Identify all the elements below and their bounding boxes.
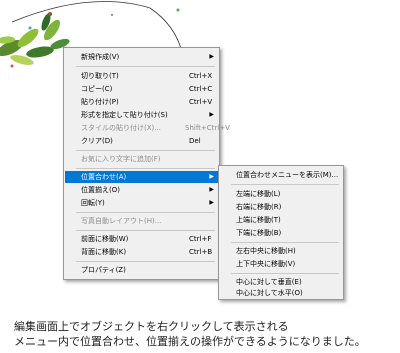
submenu-arrow-icon: ▶ xyxy=(209,111,214,118)
submenu-item-align-right[interactable]: 右端に移動(R) xyxy=(220,201,342,213)
menu-item-paste-special[interactable]: 形式を指定して貼り付け(S) ▶ xyxy=(65,109,218,121)
menu-item-label: 回転(Y) xyxy=(81,199,105,207)
menu-item-shortcut: Ctrl+C xyxy=(189,85,213,93)
submenu-item-align-left[interactable]: 左端に移動(L) xyxy=(220,188,342,200)
submenu-arrow-icon: ▶ xyxy=(209,186,214,193)
submenu-item-align-top[interactable]: 上端に移動(T) xyxy=(220,214,342,226)
menu-item-cut[interactable]: 切り取り(T) Ctrl+X xyxy=(65,70,218,82)
submenu-item-show-align-menu[interactable]: 位置合わせメニューを表示(M)... xyxy=(220,169,342,181)
menu-item-label: 上端に移動(T) xyxy=(236,216,281,224)
caption-line-2: メニュー内で位置合わせ、位置揃えの操作ができるようになりました。 xyxy=(14,335,366,348)
menu-separator xyxy=(76,212,215,213)
menu-item-label: 位置合わせメニューを表示(M)... xyxy=(236,171,339,179)
submenu-item-align-bottom[interactable]: 下端に移動(B) xyxy=(220,227,342,239)
menu-item-label: クリア(D) xyxy=(81,137,113,145)
menu-item-distribute[interactable]: 位置揃え(O) ▶ xyxy=(65,184,218,196)
menu-item-label: 新規作成(V) xyxy=(81,53,120,61)
menu-item-label: 貼り付け(P) xyxy=(81,98,119,106)
menu-item-label: 中心に対して水平(O) xyxy=(236,289,303,297)
menu-item-rotate[interactable]: 回転(Y) ▶ xyxy=(65,197,218,209)
menu-item-label: 左端に移動(L) xyxy=(236,190,281,198)
menu-item-add-favorite-char: お気に入り文字に追加(F) xyxy=(65,153,218,165)
context-menu: 新規作成(V) ▶ 切り取り(T) Ctrl+X コピー(C) Ctrl+C 貼… xyxy=(63,47,230,280)
menu-separator xyxy=(76,150,215,151)
menu-item-paste-style: スタイルの貼り付け(X)... Shift+Ctrl+V xyxy=(65,122,230,134)
menu-item-shortcut: Shift+Ctrl+V xyxy=(185,124,230,132)
menu-item-label: プロパティ(Z) xyxy=(81,266,126,274)
menu-item-label: コピー(C) xyxy=(81,85,113,93)
menu-item-align[interactable]: 位置合わせ(A) ▶ xyxy=(65,171,218,183)
menu-item-label: 位置合わせ(A) xyxy=(81,173,127,181)
align-submenu: 位置合わせメニューを表示(M)... 左端に移動(L) 右端に移動(R) 上端に… xyxy=(218,165,344,300)
menu-separator xyxy=(231,242,339,243)
menu-item-copy[interactable]: コピー(C) Ctrl+C xyxy=(65,83,218,95)
menu-item-shortcut: Ctrl+X xyxy=(189,72,213,80)
submenu-item-center-horizontal[interactable]: 左右中央に移動(H) xyxy=(220,245,342,257)
menu-item-paste[interactable]: 貼り付け(P) Ctrl+V xyxy=(65,96,218,108)
submenu-item-center-horizontal-axis[interactable]: 中心に対して水平(O) xyxy=(220,287,342,299)
caption-line-1: 編集画面上でオブジェクトを右クリックして表示される xyxy=(14,320,289,333)
menu-separator xyxy=(76,230,215,231)
menu-item-shortcut: Ctrl+B xyxy=(189,248,213,256)
submenu-arrow-icon: ▶ xyxy=(209,53,214,60)
menu-separator xyxy=(76,168,215,169)
menu-item-label: 背面に移動(K) xyxy=(81,248,127,256)
menu-item-properties[interactable]: プロパティ(Z) xyxy=(65,264,218,276)
menu-separator xyxy=(231,184,339,185)
submenu-arrow-icon: ▶ xyxy=(209,199,214,206)
menu-item-label: 下端に移動(B) xyxy=(236,229,282,237)
menu-item-shortcut: Ctrl+V xyxy=(189,98,213,106)
menu-item-label: 位置揃え(O) xyxy=(81,186,120,194)
menu-item-shortcut: Ctrl+F xyxy=(189,235,212,243)
menu-item-bring-front[interactable]: 前面に移動(W) Ctrl+F xyxy=(65,233,218,245)
menu-item-label: 上下中央に移動(V) xyxy=(236,260,296,268)
menu-separator xyxy=(76,261,215,262)
menu-item-shortcut: Del xyxy=(189,137,201,145)
menu-item-label: 右端に移動(R) xyxy=(236,203,282,211)
menu-item-label: お気に入り文字に追加(F) xyxy=(81,155,161,163)
menu-item-clear[interactable]: クリア(D) Del xyxy=(65,135,218,147)
menu-item-new[interactable]: 新規作成(V) ▶ xyxy=(65,51,218,63)
menu-item-label: 左右中央に移動(H) xyxy=(236,247,296,255)
submenu-item-center-vertical[interactable]: 上下中央に移動(V) xyxy=(220,258,342,270)
menu-item-label: 写真自動レイアウト(H)... xyxy=(81,217,162,225)
menu-item-send-back[interactable]: 背面に移動(K) Ctrl+B xyxy=(65,246,218,258)
menu-separator xyxy=(231,273,339,274)
menu-separator xyxy=(76,66,215,67)
menu-item-label: 前面に移動(W) xyxy=(81,235,129,243)
menu-item-label: スタイルの貼り付け(X)... xyxy=(81,124,161,132)
submenu-arrow-icon: ▶ xyxy=(209,173,214,180)
menu-item-label: 切り取り(T) xyxy=(81,72,119,80)
menu-item-label: 形式を指定して貼り付け(S) xyxy=(81,111,168,119)
menu-item-photo-auto-layout: 写真自動レイアウト(H)... xyxy=(65,215,218,227)
caption-text: 編集画面上でオブジェクトを右クリックして表示される メニュー内で位置合わせ、位置… xyxy=(14,319,399,349)
